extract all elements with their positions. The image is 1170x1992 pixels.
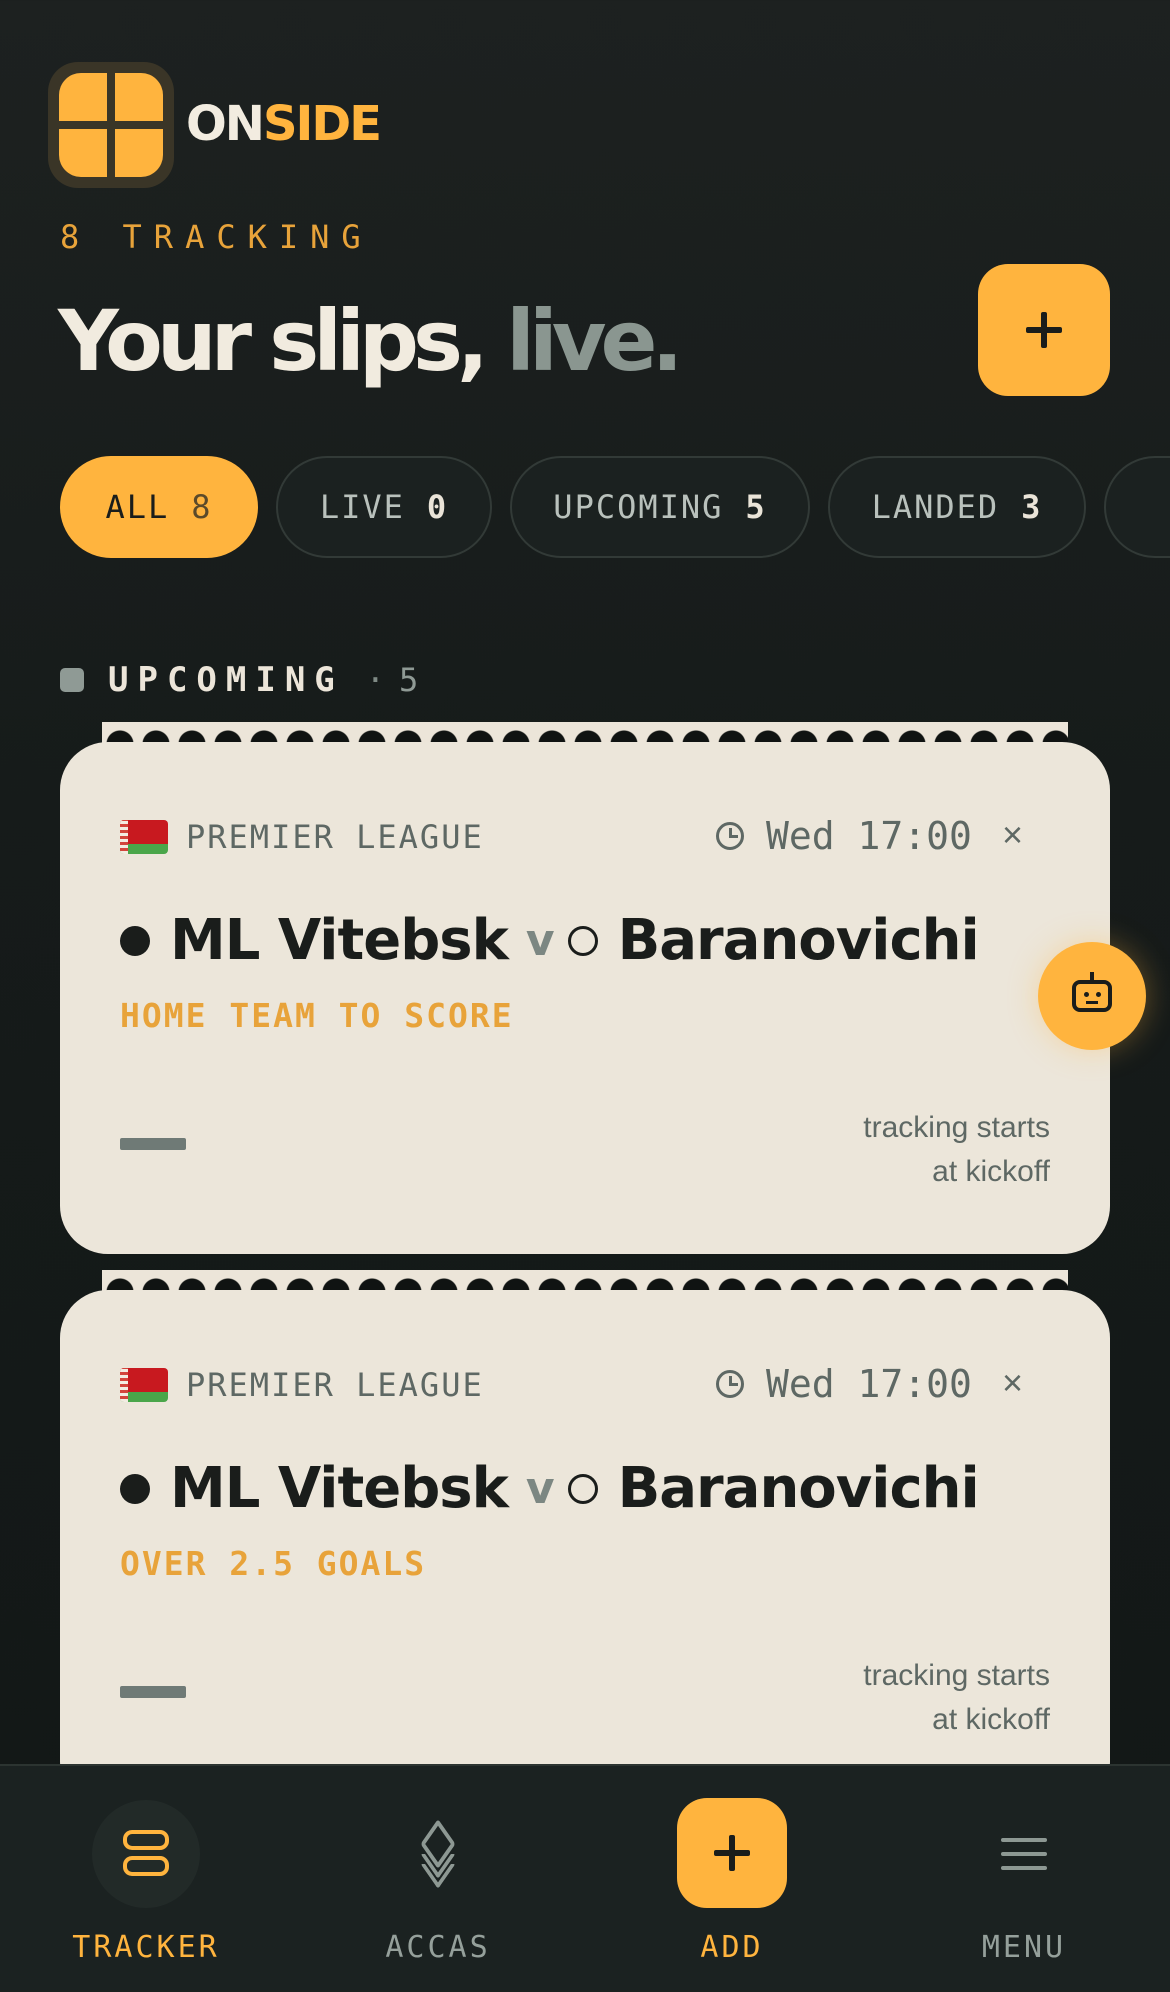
home-dot-icon [120, 1473, 150, 1504]
assistant-button[interactable] [1038, 942, 1146, 1050]
status-dash [120, 1686, 186, 1698]
bet-pick: HOME TEAM TO SCORE [120, 996, 514, 1035]
slip-card[interactable]: PREMIER LEAGUE Wed 17:00 × ML Vitebsk v … [60, 742, 1110, 1254]
filter-landed[interactable]: LANDED 3 [828, 456, 1086, 558]
note-line: tracking starts [863, 1659, 1050, 1692]
tracking-count: 8 TRACKING [60, 218, 373, 256]
belarus-flag-icon [120, 1368, 168, 1402]
versus-label: v [525, 915, 555, 966]
brand-name: ONSIDE [186, 96, 382, 152]
section-separator: · [365, 661, 386, 699]
slip-card[interactable]: PREMIER LEAGUE Wed 17:00 × ML Vitebsk v … [60, 1290, 1110, 1810]
section-header: UPCOMING · 5 [60, 660, 418, 700]
note-line: at kickoff [932, 1155, 1050, 1188]
nav-label: ADD [700, 1930, 764, 1965]
filter-count: 5 [745, 488, 767, 526]
menu-icon [970, 1800, 1078, 1908]
clock-icon [716, 822, 744, 850]
belarus-flag-icon [120, 820, 168, 854]
tracker-icon [92, 1800, 200, 1908]
plus-icon [1026, 312, 1062, 348]
filter-label: LIVE [319, 488, 405, 526]
filter-count: 0 [426, 488, 449, 526]
close-icon[interactable]: × [1002, 1362, 1023, 1404]
kickoff-time: Wed 17:00 [766, 1362, 972, 1406]
ticket-perforation [102, 1270, 1068, 1292]
filter-bar: ALL 8 LIVE 0 UPCOMING 5 LANDED 3 [60, 456, 1170, 558]
nav-label: ACCAS [385, 1930, 491, 1965]
filter-count: 3 [1021, 488, 1043, 526]
robot-icon [1072, 972, 1112, 1012]
bet-pick: OVER 2.5 GOALS [120, 1544, 427, 1583]
filter-all[interactable]: ALL 8 [60, 456, 258, 558]
kickoff-time: Wed 17:00 [766, 814, 972, 858]
clock-icon [716, 1370, 744, 1398]
bottom-nav: TRACKER ACCAS ADD MENU [0, 1764, 1170, 1992]
filter-label: UPCOMING [553, 488, 724, 526]
match-teams: ML Vitebsk v Baranovichi [120, 1456, 980, 1521]
note-line: tracking starts [863, 1111, 1050, 1144]
home-team: ML Vitebsk [170, 1456, 509, 1521]
versus-label: v [525, 1463, 555, 1514]
section-dot-icon [60, 668, 84, 692]
section-title: UPCOMING [108, 660, 344, 700]
filter-label: LANDED [871, 488, 1000, 526]
nav-label: MENU [981, 1930, 1067, 1965]
headline-main: Your slips, [58, 292, 489, 390]
add-button[interactable] [677, 1798, 787, 1908]
tracking-note: tracking starts at kickoff [863, 1654, 1050, 1742]
ticket-perforation [102, 722, 1068, 744]
nav-label: TRACKER [72, 1930, 220, 1965]
filter-upcoming[interactable]: UPCOMING 5 [510, 456, 810, 558]
match-teams: ML Vitebsk v Baranovichi [120, 908, 980, 973]
page-title: Your slips, live. [58, 292, 683, 390]
league-name: PREMIER LEAGUE [186, 1366, 484, 1404]
away-team: Baranovichi [617, 1456, 980, 1521]
note-line: at kickoff [932, 1703, 1050, 1736]
nav-menu[interactable]: MENU [924, 1766, 1124, 1992]
logo-icon [48, 62, 174, 188]
brand-part-side: SIDE [262, 96, 382, 152]
filter-more[interactable] [1104, 456, 1170, 558]
filter-label: ALL [105, 488, 170, 526]
filter-live[interactable]: LIVE 0 [276, 456, 492, 558]
filter-count: 8 [191, 488, 213, 526]
nav-add[interactable]: ADD [632, 1766, 832, 1992]
section-count: 5 [399, 661, 419, 699]
away-dot-icon [567, 1473, 598, 1504]
layers-icon [384, 1800, 492, 1908]
nav-accas[interactable]: ACCAS [338, 1766, 538, 1992]
tracking-note: tracking starts at kickoff [863, 1106, 1050, 1194]
brand-part-on: ON [186, 96, 265, 152]
league-name: PREMIER LEAGUE [186, 818, 484, 856]
status-dash [120, 1138, 186, 1150]
add-slip-button[interactable] [978, 264, 1110, 396]
nav-tracker[interactable]: TRACKER [46, 1766, 246, 1992]
plus-icon [714, 1835, 750, 1871]
away-dot-icon [567, 925, 598, 956]
headline-accent: live. [506, 292, 683, 390]
close-icon[interactable]: × [1002, 814, 1023, 856]
home-dot-icon [120, 925, 150, 956]
home-team: ML Vitebsk [170, 908, 509, 973]
away-team: Baranovichi [617, 908, 980, 973]
